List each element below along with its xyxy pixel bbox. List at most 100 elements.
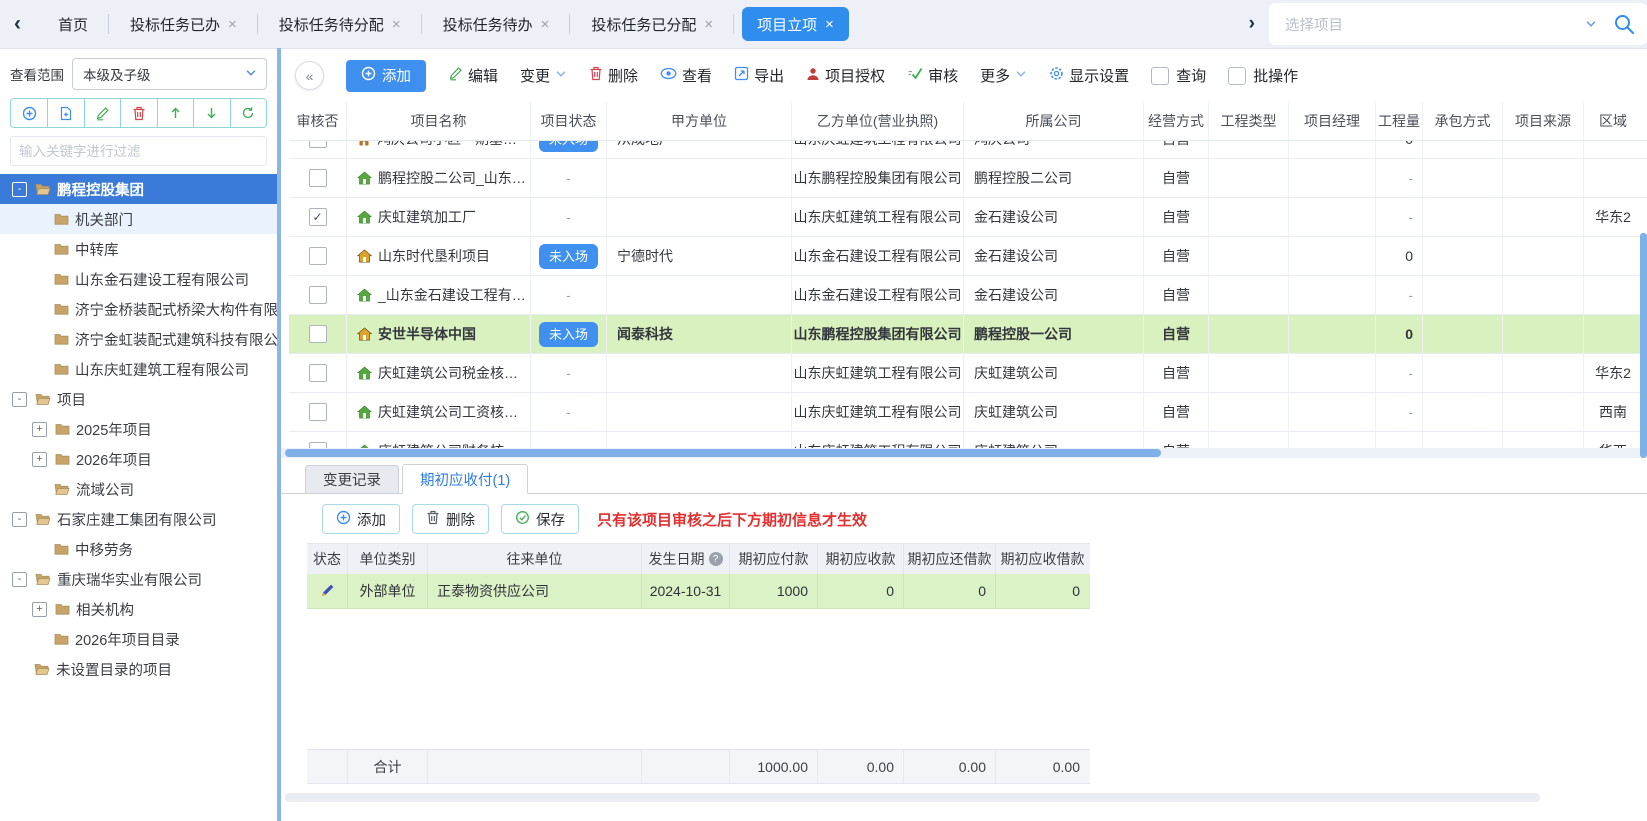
- edit-pen-icon[interactable]: [319, 583, 335, 599]
- project-row[interactable]: _山东金石建设工程有…-山东金石建设工程有限公司金石建设公司自营-: [289, 276, 1647, 315]
- project-row[interactable]: 鸿庆公司小区一期基…未入场从成地产山东庆虹建筑工程有限公司鸿庆公司自营0: [289, 141, 1647, 159]
- tree-node-10[interactable]: 流域公司: [0, 474, 277, 504]
- checkbox-icon[interactable]: [1151, 67, 1169, 85]
- detail-tab-0[interactable]: 变更记录: [305, 465, 399, 493]
- add-tree-button[interactable]: [11, 99, 47, 127]
- project-select[interactable]: 选择项目: [1269, 3, 1647, 45]
- display-settings-button[interactable]: 显示设置: [1049, 65, 1129, 86]
- collapse-sidebar-button[interactable]: «: [295, 61, 324, 90]
- horizontal-scrollbar-thumb[interactable]: [285, 449, 1161, 457]
- row-checkbox[interactable]: [309, 325, 327, 343]
- column-header-0[interactable]: 审核否: [289, 102, 346, 140]
- export-button[interactable]: 导出: [734, 65, 784, 86]
- tree-node-14[interactable]: +相关机构: [0, 594, 277, 624]
- row-checkbox[interactable]: [309, 247, 327, 265]
- column-header-11[interactable]: 项目来源: [1502, 102, 1583, 140]
- tree-filter-input[interactable]: [10, 136, 267, 166]
- tree-node-15[interactable]: 2026年项目目录: [0, 624, 277, 654]
- search-icon[interactable]: [1613, 13, 1635, 35]
- project-row[interactable]: 庆虹建筑公司工资核…-山东庆虹建筑工程有限公司庆虹建筑公司自营-西南: [289, 393, 1647, 432]
- opening-column-header-2[interactable]: 往来单位: [427, 544, 641, 574]
- tree-node-4[interactable]: 济宁金桥装配式桥梁大构件有限公司: [0, 294, 277, 324]
- column-header-1[interactable]: 项目名称: [346, 102, 530, 140]
- tab-item-5[interactable]: 项目立项×: [742, 7, 849, 41]
- collapse-toggle-icon[interactable]: -: [12, 182, 27, 197]
- project-row[interactable]: 鹏程控股二公司_山东…-山东鹏程控股集团有限公司鹏程控股二公司自营-: [289, 159, 1647, 198]
- tab-item-4[interactable]: 投标任务已分配×: [570, 0, 734, 48]
- edit-tree-button[interactable]: [84, 99, 120, 127]
- row-checkbox[interactable]: [309, 286, 327, 304]
- tree-node-0[interactable]: -鹏程控股集团: [0, 174, 277, 204]
- move-up-tree-button[interactable]: [157, 99, 193, 127]
- detail-delete-button[interactable]: 删除: [412, 504, 489, 534]
- column-header-6[interactable]: 经营方式: [1143, 102, 1208, 140]
- query-checkbox[interactable]: 查询: [1151, 65, 1206, 86]
- audit-button[interactable]: 审核: [907, 65, 958, 86]
- column-header-8[interactable]: 项目经理: [1288, 102, 1375, 140]
- column-header-10[interactable]: 承包方式: [1422, 102, 1502, 140]
- collapse-toggle-icon[interactable]: -: [12, 572, 27, 587]
- column-header-4[interactable]: 乙方单位(营业执照): [791, 102, 963, 140]
- project-row[interactable]: 安世半导体中国未入场闻泰科技山东鹏程控股集团有限公司鹏程控股一公司自营0: [289, 315, 1647, 354]
- chevron-down-icon[interactable]: [1585, 18, 1597, 30]
- tree-node-5[interactable]: 济宁金虹装配式建筑科技有限公司: [0, 324, 277, 354]
- expand-tabs-icon[interactable]: ›: [1249, 13, 1255, 35]
- view-button[interactable]: 查看: [660, 65, 712, 86]
- tab-item-3[interactable]: 投标任务待办×: [422, 0, 571, 48]
- tab-close-icon[interactable]: ×: [825, 16, 834, 33]
- opening-column-header-7[interactable]: 期初应收借款: [995, 544, 1089, 574]
- detail-add-button[interactable]: 添加: [322, 504, 400, 534]
- column-header-7[interactable]: 工程类型: [1208, 102, 1288, 140]
- add-project-button[interactable]: 添加: [346, 60, 426, 92]
- tab-close-icon[interactable]: ×: [228, 16, 237, 33]
- scope-select[interactable]: 本级及子级: [72, 58, 267, 90]
- tree-node-9[interactable]: +2026年项目: [0, 444, 277, 474]
- row-checkbox[interactable]: [309, 141, 327, 148]
- expand-toggle-icon[interactable]: +: [32, 602, 47, 617]
- opening-column-header-3[interactable]: 发生日期?: [641, 544, 729, 574]
- project-row[interactable]: 山东时代垦利项目未入场宁德时代山东金石建设工程有限公司金石建设公司自营0: [289, 237, 1647, 276]
- file-add-tree-button[interactable]: [47, 99, 83, 127]
- column-header-5[interactable]: 所属公司: [963, 102, 1143, 140]
- collapse-toggle-icon[interactable]: -: [12, 392, 27, 407]
- tree-node-7[interactable]: -项目: [0, 384, 277, 414]
- opening-column-header-5[interactable]: 期初应收款: [817, 544, 903, 574]
- collapse-toggle-icon[interactable]: -: [12, 512, 27, 527]
- project-row[interactable]: 庆虹建筑公司税金核…-山东庆虹建筑工程有限公司庆虹建筑公司自营-华东2: [289, 354, 1647, 393]
- tab-item-0[interactable]: 首页: [37, 0, 109, 48]
- column-header-12[interactable]: 区域: [1583, 102, 1642, 140]
- column-header-2[interactable]: 项目状态: [530, 102, 606, 140]
- more-menu-button[interactable]: 更多: [980, 65, 1027, 86]
- batch-checkbox[interactable]: 批操作: [1228, 65, 1298, 86]
- tree-node-3[interactable]: 山东金石建设工程有限公司: [0, 264, 277, 294]
- delete-button[interactable]: 删除: [589, 65, 638, 86]
- tab-item-2[interactable]: 投标任务待分配×: [258, 0, 422, 48]
- tree-node-16[interactable]: 未设置目录的项目: [0, 654, 277, 684]
- horizontal-scrollbar[interactable]: [281, 448, 1640, 458]
- tree-node-13[interactable]: -重庆瑞华实业有限公司: [0, 564, 277, 594]
- opening-column-header-0[interactable]: 状态: [307, 544, 347, 574]
- tab-close-icon[interactable]: ×: [704, 16, 713, 33]
- project-row[interactable]: ✓庆虹建筑加工厂-山东庆虹建筑工程有限公司金石建设公司自营-华东2: [289, 198, 1647, 237]
- tree-node-2[interactable]: 中转库: [0, 234, 277, 264]
- row-checkbox[interactable]: [309, 169, 327, 187]
- change-menu-button[interactable]: 变更: [520, 65, 567, 86]
- expand-toggle-icon[interactable]: +: [32, 452, 47, 467]
- tab-close-icon[interactable]: ×: [541, 16, 550, 33]
- opening-column-header-1[interactable]: 单位类别: [347, 544, 427, 574]
- tree-node-1[interactable]: 机关部门: [0, 204, 277, 234]
- row-checkbox[interactable]: [309, 403, 327, 421]
- column-header-3[interactable]: 甲方单位: [606, 102, 791, 140]
- expand-toggle-icon[interactable]: +: [32, 422, 47, 437]
- project-authorize-button[interactable]: 项目授权: [806, 65, 885, 86]
- tree-node-12[interactable]: 中移劳务: [0, 534, 277, 564]
- detail-horizontal-scrollbar[interactable]: [285, 793, 1540, 802]
- detail-save-button[interactable]: 保存: [501, 504, 579, 534]
- delete-tree-button[interactable]: [120, 99, 156, 127]
- row-checkbox[interactable]: [309, 364, 327, 382]
- tab-close-icon[interactable]: ×: [392, 16, 401, 33]
- back-chevron-icon[interactable]: ‹: [14, 12, 21, 36]
- tab-item-1[interactable]: 投标任务已办×: [109, 0, 258, 48]
- opening-column-header-4[interactable]: 期初应付款: [729, 544, 817, 574]
- checkbox-icon[interactable]: [1228, 67, 1246, 85]
